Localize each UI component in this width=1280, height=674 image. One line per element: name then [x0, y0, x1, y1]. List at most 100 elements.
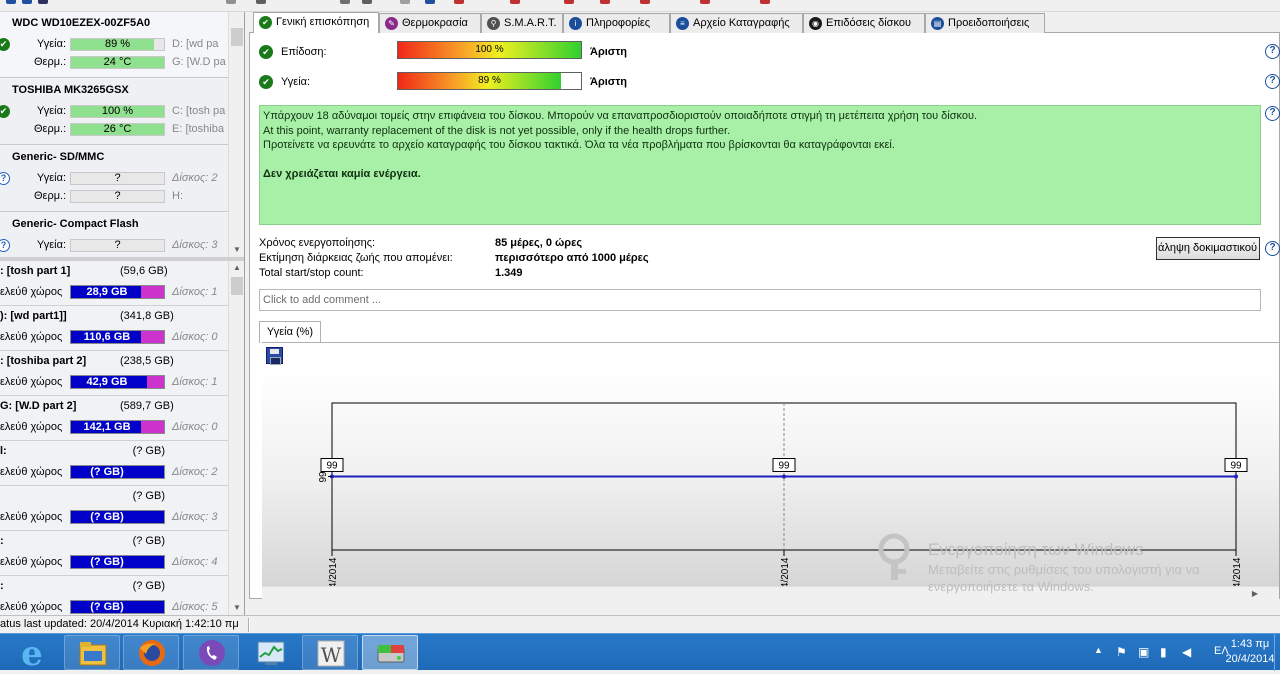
temp-bar: 26 °C — [70, 123, 165, 136]
partition-item[interactable]: : (? GB) ελεύθ χώρος (? GB) Δίσκος: 5 — [0, 576, 228, 615]
key-icon — [878, 533, 910, 580]
watermark-title: Ενεργοποίηση των Windows — [928, 540, 1144, 559]
firefox-icon[interactable] — [123, 635, 179, 670]
status-message-box: Υπάρχουν 18 αδύναμοι τομείς στην επιφάνε… — [259, 105, 1261, 225]
lifetime-label: Εκτίμηση διάρκειας ζωής που απομένει: — [259, 252, 453, 264]
toolbar-icon[interactable] — [760, 0, 770, 4]
tab-health-chart[interactable]: Υγεία (%) — [259, 321, 321, 343]
temp-bar: ? — [70, 190, 165, 203]
disk-item[interactable]: TOSHIBA MK3265GSX ✔ Υγεία: 100 % C: [tosh pa… — [0, 79, 228, 145]
temp-row: Θερμ.:? H: — [0, 189, 228, 205]
self-test-button[interactable]: άληψη δοκιμαστικού — [1156, 237, 1260, 260]
disk-tray-icon[interactable]: ▣ — [1138, 645, 1149, 659]
partition-size: (59,6 GB) — [120, 265, 168, 277]
partition-item[interactable]: l: (? GB) ελεύθ χώρος (? GB) Δίσκος: 2 — [0, 441, 228, 486]
scroll-down-arrow-icon[interactable]: ▼ — [229, 243, 244, 257]
performance-bar: 100 % — [397, 41, 582, 59]
partition-item[interactable]: G: [W.D part 2] (589,7 GB) ελεύθ χώρος 142,… — [0, 396, 228, 441]
hard-disk-sentinel-icon[interactable] — [362, 635, 418, 670]
scroll-right-arrow-icon[interactable]: ▶ — [1248, 587, 1262, 601]
health-value: 89 % — [478, 75, 501, 86]
scroll-down-arrow-icon[interactable]: ▼ — [229, 601, 244, 615]
show-desktop-button[interactable] — [1274, 634, 1280, 671]
health-value: ? — [114, 172, 121, 184]
tray-expand-icon[interactable]: ▲ — [1094, 645, 1103, 655]
free-space-label: ελεύθ χώρος — [0, 331, 63, 343]
help-icon[interactable]: ? — [1265, 44, 1280, 59]
internet-explorer-icon[interactable]: e — [4, 634, 60, 674]
question-icon: ? — [0, 239, 10, 252]
performance-label: Επίδοση: — [281, 46, 327, 58]
y-tick-label: 99 — [318, 471, 329, 483]
partition-size: (341,8 GB) — [120, 310, 174, 322]
word-icon[interactable]: W — [302, 635, 358, 670]
check-icon: ✔ — [259, 16, 272, 29]
partition-item[interactable]: ): [wd part1]] (341,8 GB) ελεύθ χώρος 110,6… — [0, 306, 228, 351]
free-space-bar: (? GB) — [70, 600, 165, 614]
tab-magnifier[interactable]: ⚲ S.M.A.R.T. — [481, 13, 563, 33]
toolbar-icon[interactable] — [256, 0, 266, 4]
disk-list-scrollbar[interactable]: ▼ — [228, 12, 244, 257]
tab-document[interactable]: ≡ Αρχείο Καταγραφής — [670, 13, 803, 33]
health-bar: ? — [70, 239, 165, 252]
partition-item[interactable]: : (? GB) ελεύθ χώρος (? GB) Δίσκος: 4 — [0, 531, 228, 576]
toolbar-icon[interactable] — [340, 0, 350, 4]
tab-bar: ✔ Γενική επισκόπηση ✎ Θερμοκρασία ⚲ S.M.A.R.T… — [249, 12, 1280, 34]
temp-bar: 24 °C — [70, 56, 165, 69]
comment-input[interactable]: Click to add comment ... — [259, 289, 1261, 311]
disk-item[interactable]: WDC WD10EZEX-00ZF5A0 ✔ Υγεία: 89 % D: [wd pa… — [0, 12, 228, 78]
toolbar-icon[interactable] — [362, 0, 372, 4]
task-manager-icon[interactable] — [243, 635, 299, 670]
temp-partition-hint: E: [toshiba — [172, 123, 224, 135]
disk-item[interactable]: Generic- Compact Flash? Υγεία:? Δίσκος: 3 — [0, 213, 228, 257]
partition-item[interactable]: : [toshiba part 2] (238,5 GB) ελεύθ χώρος 4… — [0, 351, 228, 396]
tab-thermometer[interactable]: ✎ Θερμοκρασία — [379, 13, 481, 33]
free-space-value: 142,1 GB — [83, 421, 131, 433]
viber-icon[interactable] — [183, 635, 239, 670]
toolbar-icon[interactable] — [400, 0, 410, 4]
file-explorer-icon[interactable] — [64, 635, 120, 670]
temp-row: Θερμ.: 24 °C G: [W.D pa — [0, 55, 228, 71]
toolbar-icon[interactable] — [454, 0, 464, 4]
partition-item[interactable]: : [tosh part 1] (59,6 GB) ελεύθ χώρος 28,9 … — [0, 261, 228, 306]
tab-info[interactable]: i Πληροφορίες — [563, 13, 670, 33]
windows-activation-watermark: Ενεργοποίηση των Windows Μεταβείτε στις … — [928, 540, 1200, 594]
scrollbar-thumb[interactable] — [231, 28, 243, 46]
message-line: Προτείνετε να ερευνάτε το αρχείο καταγρα… — [263, 139, 895, 151]
toolbar-icon[interactable] — [600, 0, 610, 4]
toolbar-icon[interactable] — [425, 0, 435, 4]
health-partition-hint: D: [wd pa — [172, 38, 219, 50]
help-icon[interactable]: ? — [1265, 106, 1280, 121]
message-line: Υπάρχουν 18 αδύναμοι τομείς στην επιφάνε… — [263, 110, 978, 122]
scroll-up-arrow-icon[interactable]: ▲ — [229, 261, 244, 275]
question-icon: ? — [0, 172, 10, 185]
free-space-label: ελεύθ χώρος — [0, 466, 63, 478]
toolbar-icon[interactable] — [564, 0, 574, 4]
temp-label: Θερμ.: — [34, 190, 67, 202]
toolbar-icon[interactable] — [510, 0, 520, 4]
toolbar-icon[interactable] — [226, 0, 236, 4]
tab-warning[interactable]: ▤ Προειδοποιήσεις — [925, 13, 1045, 33]
toolbar-icon[interactable] — [22, 0, 32, 4]
tab-check[interactable]: ✔ Γενική επισκόπηση — [253, 12, 379, 34]
info-icon: i — [569, 17, 582, 30]
toolbar-icon[interactable] — [38, 0, 48, 4]
health-label: Υγεία: — [36, 105, 66, 117]
partition-item[interactable]: (? GB) ελεύθ χώρος (? GB) Δίσκος: 3 — [0, 486, 228, 531]
tab-gauge[interactable]: ◉ Επιδόσεις δίσκου — [803, 13, 925, 33]
toolbar-icon[interactable] — [640, 0, 650, 4]
partition-disk-number: Δίσκος: 1 — [172, 376, 218, 388]
clock[interactable]: 1:43 πμ 20/4/2014 — [1222, 637, 1278, 667]
toolbar-icon[interactable] — [6, 0, 16, 4]
partition-list-scrollbar[interactable]: ▲ ▼ — [228, 261, 244, 615]
action-center-flag-icon[interactable]: ⚑ — [1116, 645, 1127, 659]
volume-icon[interactable]: ◀ — [1182, 645, 1191, 659]
gauge-icon: ◉ — [809, 17, 822, 30]
scrollbar-thumb[interactable] — [231, 277, 243, 295]
health-partition-hint: Δίσκος: 2 — [172, 172, 218, 184]
toolbar-icon[interactable] — [700, 0, 710, 4]
help-icon[interactable]: ? — [1265, 241, 1280, 256]
disk-item[interactable]: Generic- SD/MMC? Υγεία:? Δίσκος: 2 Θερμ.:? H… — [0, 146, 228, 212]
network-icon[interactable]: ▮ — [1160, 645, 1167, 659]
help-icon[interactable]: ? — [1265, 74, 1280, 89]
